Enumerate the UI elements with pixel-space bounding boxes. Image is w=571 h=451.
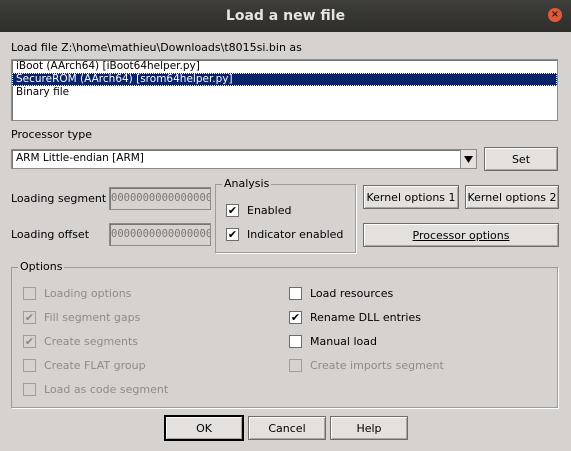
create-segments-row[interactable]: ✔ Create segments <box>23 335 138 348</box>
list-item[interactable]: SecureROM (AArch64) [srom64helper.py] <box>12 73 557 86</box>
create-imports-segment-row[interactable]: Create imports segment <box>289 359 444 372</box>
kernel-options-1-button[interactable]: Kernel options 1 <box>363 185 459 209</box>
loading-offset-field[interactable]: 0000000000000000 <box>109 223 211 246</box>
option-label: Loading options <box>44 287 132 300</box>
option-label: Manual load <box>310 335 377 348</box>
option-label: Load resources <box>310 287 394 300</box>
load-resources-row[interactable]: Load resources <box>289 287 393 300</box>
cancel-button[interactable]: Cancel <box>248 416 326 440</box>
processor-type-value: ARM Little-endian [ARM] <box>16 152 144 164</box>
option-label: Create imports segment <box>310 359 444 372</box>
analysis-title: Analysis <box>222 177 272 190</box>
load-file-label: Load file Z:\home\mathieu\Downloads\t801… <box>11 41 302 54</box>
ok-button[interactable]: OK <box>164 415 244 441</box>
enabled-label: Enabled <box>247 204 292 217</box>
checkbox[interactable] <box>289 287 302 300</box>
loading-options-row[interactable]: Loading options <box>23 287 131 300</box>
check-icon[interactable]: ✔ <box>226 228 239 241</box>
option-label: Create FLAT group <box>44 359 146 372</box>
option-label: Rename DLL entries <box>310 311 421 324</box>
check-icon[interactable]: ✔ <box>289 311 302 324</box>
create-flat-group-row[interactable]: Create FLAT group <box>23 359 146 372</box>
title-bar[interactable]: Load a new file × <box>0 0 571 32</box>
loading-segment-label: Loading segment <box>11 192 107 205</box>
manual-load-row[interactable]: Manual load <box>289 335 377 348</box>
chevron-down-icon[interactable] <box>460 150 476 168</box>
checkbox[interactable] <box>289 359 302 372</box>
processor-options-label: Processor options <box>412 228 510 242</box>
analysis-group: Analysis <box>215 177 356 253</box>
check-icon[interactable]: ✔ <box>23 311 36 324</box>
indicator-checkbox-row[interactable]: ✔ Indicator enabled <box>226 228 343 241</box>
load-file-dialog: Load a new file × Load file Z:\home\math… <box>0 0 571 451</box>
list-item[interactable]: Binary file <box>12 86 557 99</box>
list-item[interactable]: iBoot (AArch64) [iBoot64helper.py] <box>12 60 557 73</box>
fill-segment-gaps-row[interactable]: ✔ Fill segment gaps <box>23 311 140 324</box>
checkbox[interactable] <box>289 335 302 348</box>
check-icon[interactable]: ✔ <box>23 335 36 348</box>
processor-options-button[interactable]: Processor options <box>363 223 559 247</box>
rename-dll-entries-row[interactable]: ✔ Rename DLL entries <box>289 311 421 324</box>
indicator-label: Indicator enabled <box>247 228 344 241</box>
window-title: Load a new file <box>225 8 346 24</box>
check-icon[interactable]: ✔ <box>226 204 239 217</box>
processor-type-select[interactable]: ARM Little-endian [ARM] <box>11 149 477 169</box>
processor-type-label: Processor type <box>11 128 93 141</box>
load-as-code-segment-row[interactable]: Load as code segment <box>23 383 168 396</box>
options-title: Options <box>18 260 65 273</box>
kernel-options-2-button[interactable]: Kernel options 2 <box>465 185 559 209</box>
option-label: Fill segment gaps <box>44 311 141 324</box>
help-button[interactable]: Help <box>330 416 408 440</box>
checkbox[interactable] <box>23 359 36 372</box>
set-button[interactable]: Set <box>484 147 558 171</box>
option-label: Create segments <box>44 335 139 348</box>
loading-segment-field[interactable]: 0000000000000000 <box>109 187 211 210</box>
checkbox[interactable] <box>23 287 36 300</box>
close-icon[interactable]: × <box>548 8 562 22</box>
option-label: Load as code segment <box>44 383 169 396</box>
enabled-checkbox-row[interactable]: ✔ Enabled <box>226 204 291 217</box>
file-type-list[interactable]: iBoot (AArch64) [iBoot64helper.py] Secur… <box>11 59 558 121</box>
checkbox[interactable] <box>23 383 36 396</box>
loading-offset-label: Loading offset <box>11 228 90 241</box>
